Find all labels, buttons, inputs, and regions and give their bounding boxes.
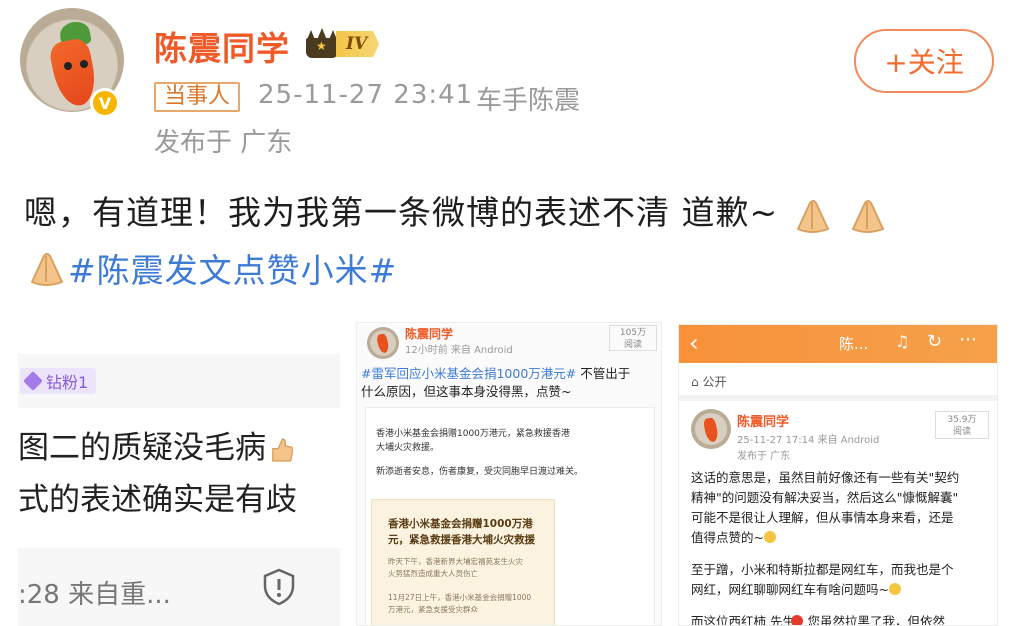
comment-text: 图二的质疑没毛病 — [18, 430, 266, 466]
refresh-icon[interactable]: ↻ — [927, 331, 942, 352]
fan-tag-label: 钻粉1 — [46, 373, 89, 392]
post-meta: 12小时前 来自 Android — [405, 345, 513, 356]
card-text: 火势猛烈造成重大人员伤亡 — [388, 569, 478, 578]
comment-text-line: 图二的质疑没毛病 — [18, 422, 296, 467]
post-image-2[interactable]: 陈震同学 12小时前 来自 Android 105万 阅读 #雷军回应小米基金会捐… — [356, 322, 662, 626]
post-text: 嗯，有道理！我为我第一条微博的表述不清 道歉~ — [24, 193, 779, 232]
tomato-emoji-icon — [791, 615, 803, 625]
card-text: 万港元，紧急支援受灾群众 — [388, 605, 478, 614]
post-location: 发布于 广东 — [737, 451, 791, 462]
card-text: 昨天下午，香港新界大埔宏福苑发生火灾 — [388, 557, 523, 566]
app-top-bar: ‹ 陈... ♫ ↻ ⋯ — [679, 325, 997, 363]
back-arrow-icon[interactable]: ‹ — [689, 329, 699, 357]
follow-button[interactable]: +关注 — [854, 29, 994, 93]
post-text: 可能不是很让人理解，但从事情本身来看，还是 — [691, 510, 954, 525]
username[interactable]: 陈震同学 — [154, 22, 290, 70]
post-text-line: #陈震发文点赞小米# — [24, 244, 397, 292]
fan-level-tag: 钻粉1 — [20, 368, 97, 394]
post-image-1[interactable]: 钻粉1 图二的质疑没毛病 式的表述确实是有歧 :28 来自重... — [18, 328, 340, 626]
visibility-label: ⌂ 公开 — [691, 375, 727, 389]
thumbs-up-icon — [266, 435, 296, 465]
post-location: 发布于 广东 — [154, 128, 293, 158]
card-text: 11月27日上午，香港小米基金会捐赠1000 — [388, 593, 532, 602]
comment-text: 式的表述确实是有歧 — [18, 482, 297, 518]
post-text: 什么原因，但这事本身没得黑，点赞~ — [361, 384, 572, 399]
post-text-line: 嗯，有道理！我为我第一条微博的表述不清 道歉~ — [24, 186, 889, 235]
post-text: 至于蹭，小米和特斯拉都是网红车，而我也是个 — [691, 562, 954, 577]
post-text: #雷军回应小米基金会捐1000万港元# 不管出于 — [361, 366, 631, 381]
card-title: 元，紧急救援香港大埔火灾救援 — [388, 534, 535, 546]
clap-emoji-icon — [24, 248, 68, 288]
smile-emoji-icon — [888, 583, 901, 595]
post-text: 网红，网红聊聊网红车有啥问题吗~ — [691, 579, 901, 598]
username: 陈震同学 — [737, 415, 790, 430]
post-timestamp: 25-11-27 23:41 — [258, 80, 474, 110]
quoted-text: 香港小米基金会捐赠1000万港元，紧急救援香港 — [376, 429, 570, 439]
role-tag: 当事人 — [154, 82, 241, 112]
post-text: 这话的意思是，虽然目前好像还有一些有关"契约 — [691, 470, 960, 485]
diamond-icon — [23, 371, 43, 391]
verified-badge-icon: V — [90, 88, 120, 118]
avatar — [691, 409, 731, 449]
read-count: 35.9万 阅读 — [935, 411, 989, 439]
hashtag-link[interactable]: #陈震发文点赞小米# — [68, 244, 397, 292]
crown-icon: ★ — [304, 28, 340, 60]
announcement-card: 香港小米基金会捐赠1000万港 元，紧急救援香港大埔火灾救援 昨天下午，香港新界… — [371, 499, 555, 625]
headphones-icon[interactable]: ♫ — [895, 332, 909, 351]
quoted-text: 大埔火灾救援。 — [376, 443, 440, 453]
card-title: 香港小米基金会捐赠1000万港 — [388, 518, 533, 530]
post-source[interactable]: 车手陈震 — [476, 80, 580, 117]
report-shield-icon[interactable] — [262, 568, 296, 606]
post-text: 而这位西红柿 先生，您虽然拉黑了我，但依然 — [691, 614, 945, 626]
post-text: 精神"的问题没有解决妥当，然后这么"慷慨解囊" — [691, 490, 959, 505]
bar-title: 陈... — [839, 335, 869, 353]
clap-emoji-icon — [845, 195, 889, 235]
member-level-badge[interactable]: ★ IV — [304, 27, 380, 61]
more-options-icon[interactable]: ⋯ — [959, 329, 977, 350]
smile-emoji-icon — [763, 531, 776, 543]
comment-footer: :28 来自重... — [18, 580, 171, 610]
read-count: 105万 阅读 — [609, 325, 657, 351]
eye-icon — [80, 60, 88, 68]
post-text: 值得点赞的~ — [691, 527, 776, 546]
avatar — [367, 327, 399, 359]
post-meta: 25-11-27 17:14 来自 Android — [737, 435, 880, 446]
level-label: IV — [336, 31, 380, 57]
quoted-text: 新添逝者安息，伤者康复，受灾同胞早日渡过难关。 — [376, 467, 584, 477]
eye-icon — [64, 62, 72, 70]
username: 陈震同学 — [405, 327, 454, 341]
post-image-3[interactable]: ‹ 陈... ♫ ↻ ⋯ ⌂ 公开 陈震同学 25-11-27 17:14 来自… — [678, 324, 998, 626]
lock-icon: ⌂ — [691, 375, 703, 389]
clap-emoji-icon — [790, 195, 834, 235]
